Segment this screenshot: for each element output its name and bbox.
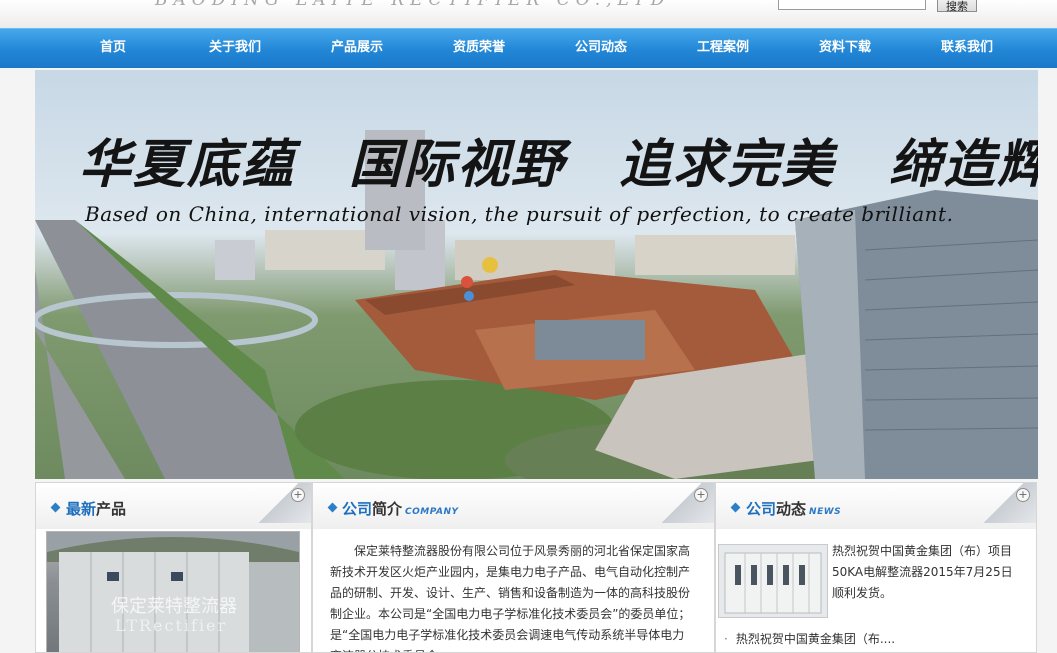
nav-item-downloads[interactable]: 资料下载 bbox=[784, 29, 906, 69]
hero-banner: 华夏底蕴 国际视野 追求完美 缔造辉煌 Based on China, inte… bbox=[35, 70, 1038, 479]
nav-item-honors[interactable]: 资质荣誉 bbox=[418, 29, 540, 69]
more-plus-icon[interactable]: + bbox=[1016, 488, 1030, 502]
watermark-english: LTRectifier bbox=[115, 616, 228, 635]
news-list-item[interactable]: · 热烈祝贺中国黄金集团（布.... bbox=[724, 630, 1014, 647]
news-thumbnail-image[interactable] bbox=[718, 544, 828, 618]
logo-subtitle: BAODING LAITE RECTIFIER CO.,LTD bbox=[155, 0, 671, 10]
nav-item-cases[interactable]: 工程案例 bbox=[662, 29, 784, 69]
company-intro-text: 保定莱特整流器股份有限公司位于风景秀丽的河北省保定国家高新技术开发区火炬产业园内… bbox=[330, 544, 691, 652]
banner-slogan-chinese: 华夏底蕴 国际视野 追求完美 缔造辉煌 bbox=[79, 134, 1038, 195]
latest-products-panel: + 最新产品 保定莱特整流器 LTRectifier bbox=[35, 482, 312, 653]
main-nav: 首页 关于我们 产品展示 资质荣誉 公司动态 工程案例 资料下载 联系我们 bbox=[0, 28, 1057, 68]
featured-news-text[interactable]: 热烈祝贺中国黄金集团（布）项目50KA电解整流器2015年7月25日顺利发货。 bbox=[832, 541, 1022, 604]
product-image[interactable]: 保定莱特整流器 LTRectifier bbox=[46, 531, 300, 652]
more-plus-icon[interactable]: + bbox=[694, 488, 708, 502]
nav-item-home[interactable]: 首页 bbox=[52, 29, 174, 69]
rectifier-cabinet-image bbox=[724, 552, 822, 614]
panel-title: 公司简介 COMPANY bbox=[342, 500, 459, 518]
panel-title: 公司动态 NEWS bbox=[746, 500, 842, 518]
bullet-dot-icon: · bbox=[724, 632, 728, 646]
more-plus-icon[interactable]: + bbox=[291, 488, 305, 502]
banner-slogan-english: Based on China, international vision, th… bbox=[85, 202, 954, 226]
company-news-panel: + 公司动态 NEWS 热烈祝贺中国黄金集团（布）项目50KA电解整流器2015年… bbox=[715, 482, 1037, 653]
nav-item-products[interactable]: 产品展示 bbox=[296, 29, 418, 69]
search-input[interactable] bbox=[778, 0, 926, 10]
company-intro-panel: + 公司简介 COMPANY 保定莱特整流器股份有限公司位于风景秀丽的河北省保定国… bbox=[312, 482, 715, 653]
nav-item-about[interactable]: 关于我们 bbox=[174, 29, 296, 69]
header: BAODING LAITE RECTIFIER CO.,LTD 搜索 bbox=[0, 0, 1057, 28]
search-button[interactable]: 搜索 bbox=[937, 0, 977, 13]
panel-title: 最新产品 bbox=[66, 500, 127, 518]
nav-item-contact[interactable]: 联系我们 bbox=[906, 29, 1028, 69]
nav-item-news[interactable]: 公司动态 bbox=[540, 29, 662, 69]
watermark-chinese: 保定莱特整流器 bbox=[111, 596, 237, 617]
